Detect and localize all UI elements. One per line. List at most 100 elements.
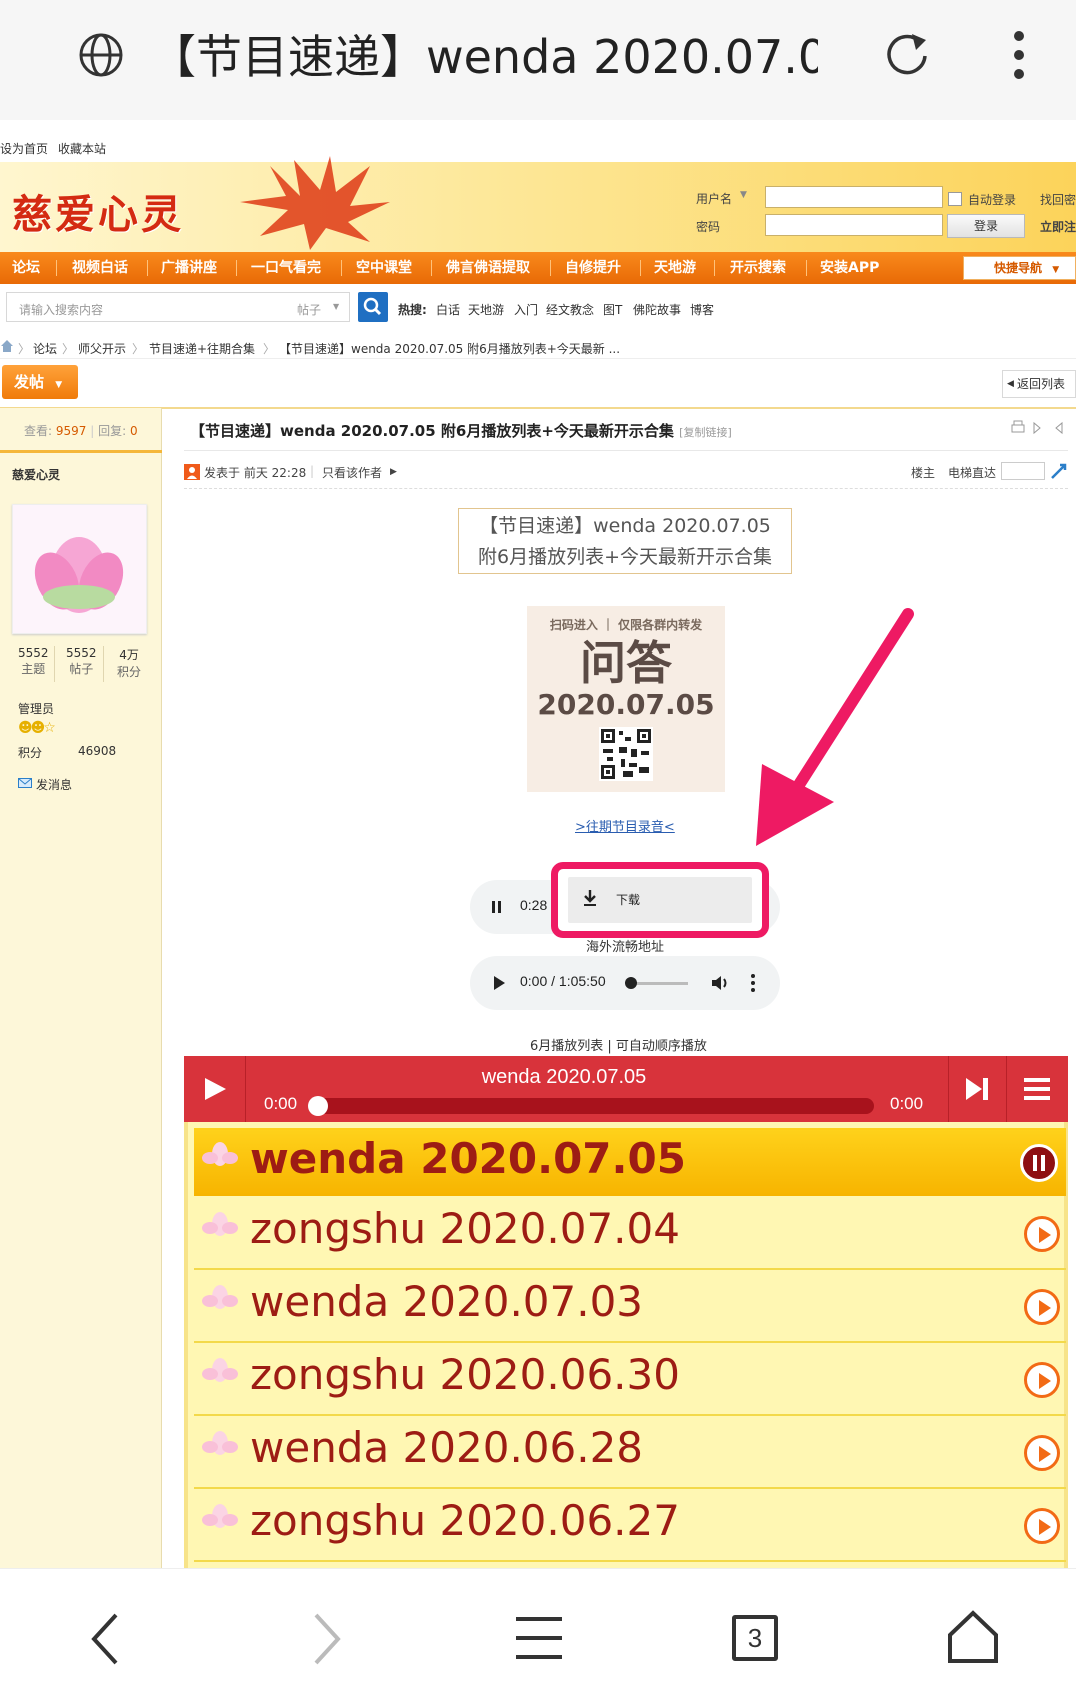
nav-item-self-study[interactable]: 自修提升 — [565, 252, 621, 284]
audio-2-progress-track[interactable] — [630, 982, 688, 985]
nav-item-search[interactable]: 开示搜索 — [730, 252, 786, 284]
divider — [948, 1056, 949, 1122]
home-icon[interactable] — [0, 339, 14, 353]
stat-topics[interactable]: 5552 主题 — [18, 646, 49, 677]
avatar[interactable] — [12, 504, 147, 634]
audio-2-progress-thumb[interactable] — [625, 977, 637, 989]
search-type-select[interactable]: 帖子 — [297, 301, 321, 318]
floor-jump-input[interactable] — [1001, 462, 1045, 480]
past-episodes-link[interactable]: >往期节目录音< — [575, 816, 675, 835]
stat-value: 5552 — [66, 646, 97, 660]
set-home-link[interactable]: 设为首页 — [0, 140, 48, 157]
caret-down-icon: ▼ — [55, 380, 63, 390]
crumb-section[interactable]: 节目速递+往期合集 — [149, 340, 255, 357]
crumb-forum[interactable]: 论坛 — [33, 340, 57, 357]
search-placeholder: 请输入搜索内容 — [19, 303, 104, 317]
forward-icon[interactable] — [306, 1611, 346, 1667]
nav-item-video[interactable]: 视频白话 — [72, 252, 128, 284]
playlist-item[interactable]: zongshu 2020.07.04 — [194, 1198, 1066, 1270]
audio-more-icon[interactable] — [750, 973, 756, 993]
audio-1-time: 0:28 — [520, 897, 548, 913]
login-button[interactable]: 登录 — [947, 214, 1025, 238]
bookmark-link[interactable]: 收藏本站 — [58, 140, 106, 157]
volume-icon[interactable] — [710, 973, 730, 993]
playlist-item-play-icon[interactable] — [1024, 1216, 1060, 1252]
find-password-link[interactable]: 找回密 — [1040, 191, 1076, 208]
crumb-current[interactable]: 【节目速递】wenda 2020.07.05 附6月播放列表+今天最新 ... — [279, 340, 620, 357]
playlist-item[interactable]: wenda 2020.06.28 — [194, 1417, 1066, 1489]
tabs-button[interactable]: 3 — [732, 1615, 778, 1661]
divider — [0, 358, 1076, 359]
next-track-icon[interactable] — [962, 1074, 992, 1104]
audio-2-time: 0:00 / 1:05:50 — [520, 973, 606, 989]
playlist-item-pause-icon[interactable] — [1020, 1144, 1058, 1182]
nav-divider — [236, 260, 237, 276]
player-progress-thumb[interactable] — [308, 1096, 328, 1116]
author-name[interactable]: 慈爱心灵 — [12, 466, 60, 483]
nav-divider — [56, 260, 57, 276]
playlist-item-play-icon[interactable] — [1024, 1435, 1060, 1471]
back-icon[interactable] — [86, 1611, 126, 1667]
back-to-list-button[interactable]: ◀ 返回列表 — [1002, 370, 1076, 398]
audio-player-2[interactable]: 0:00 / 1:05:50 — [470, 956, 780, 1010]
pause-icon[interactable] — [490, 899, 504, 915]
auto-login-checkbox[interactable] — [948, 192, 962, 206]
nav-item-read-all[interactable]: 一口气看完 — [251, 252, 321, 284]
page-title-bar[interactable]: 【节目速递】wenda 2020.07.05 附6月播放列表+今天最新开示合集 — [150, 22, 818, 92]
quick-nav-button[interactable]: 快捷导航 ▼ — [963, 256, 1076, 280]
print-prev-next-icons[interactable] — [1010, 420, 1070, 436]
stat-posts[interactable]: 5552 帖子 — [66, 646, 97, 677]
playlist-item[interactable]: wenda 2020.07.03 — [194, 1271, 1066, 1343]
nav-item-tour[interactable]: 天地游 — [654, 252, 696, 284]
hot-word[interactable]: 博客 — [690, 301, 714, 318]
user-role[interactable]: 管理员 — [18, 700, 54, 717]
globe-icon[interactable] — [78, 32, 124, 78]
playlist-item-play-icon[interactable] — [1024, 1508, 1060, 1544]
download-menu-item[interactable]: 下载 — [568, 877, 752, 923]
playlist-item-title: zongshu 2020.06.30 — [250, 1350, 680, 1399]
new-post-label: 发帖 — [14, 373, 45, 391]
crumb-sep: 〉 — [263, 342, 276, 356]
post-date: 发表于 前天 22:28 — [204, 466, 307, 480]
hot-word[interactable]: 图T — [603, 301, 622, 318]
menu-icon[interactable] — [1022, 1076, 1052, 1102]
site-logo[interactable]: 慈爱心灵 — [12, 182, 184, 240]
playlist-player: wenda 2020.07.05 0:00 0:00 — [184, 1056, 1068, 1122]
nav-item-quotes[interactable]: 佛言佛语提取 — [446, 252, 530, 284]
menu-lines-icon[interactable] — [514, 1613, 564, 1663]
new-post-button[interactable]: 发帖 ▼ — [2, 365, 78, 399]
search-button[interactable] — [358, 292, 388, 322]
username-input[interactable] — [765, 186, 943, 208]
playlist-item[interactable]: zongshu 2020.06.30 — [194, 1344, 1066, 1416]
hot-word[interactable]: 佛陀故事 — [633, 301, 681, 318]
nav-item-sky-class[interactable]: 空中课堂 — [356, 252, 412, 284]
stat-points[interactable]: 4万 积分 — [117, 646, 141, 680]
nav-divider — [714, 260, 715, 276]
password-input[interactable] — [765, 214, 943, 236]
playlist-item-play-icon[interactable] — [1024, 1362, 1060, 1398]
more-vert-icon[interactable] — [1008, 30, 1030, 80]
hot-word[interactable]: 经文教念 — [546, 301, 594, 318]
playlist-item-title: wenda 2020.07.03 — [250, 1277, 644, 1326]
send-message-link[interactable]: 发消息 — [36, 776, 72, 793]
hot-word[interactable]: 天地游 — [468, 301, 504, 318]
hot-word[interactable]: 白话 — [436, 301, 460, 318]
register-link[interactable]: 立即注 — [1040, 218, 1076, 235]
home-icon[interactable] — [946, 1609, 1000, 1665]
qr-code-icon[interactable] — [599, 727, 653, 781]
play-icon[interactable] — [492, 975, 506, 991]
playlist-item-play-icon[interactable] — [1024, 1289, 1060, 1325]
nav-item-broadcast[interactable]: 广播讲座 — [161, 252, 217, 284]
copy-link[interactable]: [复制链接] — [679, 426, 732, 439]
jump-go-icon[interactable] — [1050, 462, 1068, 480]
only-author-link[interactable]: 只看该作者 — [322, 464, 382, 481]
hot-word[interactable]: 入门 — [514, 301, 538, 318]
reload-icon[interactable] — [884, 30, 930, 78]
player-progress-track[interactable] — [314, 1098, 874, 1114]
nav-item-forum[interactable]: 论坛 — [12, 252, 40, 284]
nav-item-app[interactable]: 安装APP — [820, 252, 879, 284]
playlist-item[interactable]: wenda 2020.07.05 — [194, 1128, 1066, 1196]
crumb-teachings[interactable]: 师父开示 — [78, 340, 126, 357]
search-input[interactable]: 请输入搜索内容 帖子 ▼ — [6, 292, 350, 322]
playlist-item[interactable]: zongshu 2020.06.27 — [194, 1490, 1066, 1562]
